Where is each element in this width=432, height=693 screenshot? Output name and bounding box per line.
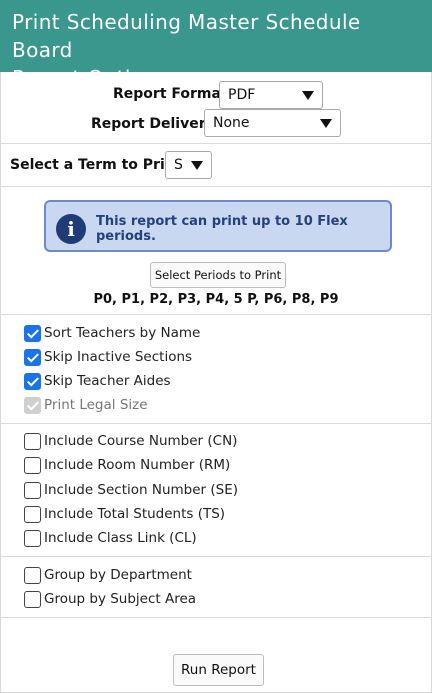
option-total-students[interactable]: Include Total Students (TS) — [24, 504, 225, 524]
divider — [0, 556, 432, 557]
option-label: Print Legal Size — [44, 397, 148, 413]
divider — [0, 423, 432, 424]
divider — [0, 617, 432, 618]
option-class-link[interactable]: Include Class Link (CL) — [24, 528, 197, 548]
chevron-down-icon — [320, 119, 332, 128]
option-label: Include Course Number (CN) — [44, 433, 238, 449]
option-skip-aides[interactable]: Skip Teacher Aides — [24, 371, 171, 391]
report-format-select[interactable]: PDF — [219, 81, 323, 109]
option-course-number[interactable]: Include Course Number (CN) — [24, 431, 237, 451]
option-label: Group by Department — [44, 567, 192, 583]
checkbox — [24, 396, 41, 414]
option-section-number[interactable]: Include Section Number (SE) — [24, 480, 238, 500]
checkbox[interactable] — [24, 456, 41, 474]
option-label: Include Section Number (SE) — [44, 482, 239, 498]
term-label: Select a Term to Print: — [10, 157, 188, 173]
flex-periods-info: i This report can print up to 10 Flex pe… — [44, 200, 392, 252]
chevron-down-icon — [191, 161, 203, 170]
option-label: Sort Teachers by Name — [44, 325, 201, 341]
info-message: This report can print up to 10 Flex peri… — [96, 214, 348, 244]
term-select[interactable]: S — [165, 151, 212, 179]
report-format-value: PDF — [228, 87, 256, 103]
checkbox[interactable] — [24, 324, 41, 342]
option-group-subject[interactable]: Group by Subject Area — [24, 589, 196, 609]
report-options-header: Print Scheduling Master Schedule Board R… — [0, 0, 432, 90]
checkbox[interactable] — [24, 372, 41, 390]
chevron-down-icon — [302, 91, 314, 100]
report-delivery-label: Report Delivery: — [91, 116, 221, 132]
option-label: Include Class Link (CL) — [44, 530, 197, 546]
report-delivery-value: None — [213, 115, 250, 131]
select-periods-button[interactable]: Select Periods to Print — [150, 262, 286, 288]
report-format-label: Report Format: — [113, 86, 234, 102]
checkbox[interactable] — [24, 590, 41, 608]
option-group-department[interactable]: Group by Department — [24, 565, 192, 585]
checkbox[interactable] — [24, 348, 41, 366]
option-label: Include Total Students (TS) — [44, 506, 226, 522]
page-title-line1: Print Scheduling Master Schedule Board — [12, 10, 361, 62]
divider — [0, 314, 432, 315]
checkbox[interactable] — [24, 529, 41, 547]
selected-periods: P0, P1, P2, P3, P4, 5 P, P6, P8, P9 — [93, 292, 339, 307]
option-label: Include Room Number (RM) — [44, 457, 231, 473]
checkbox[interactable] — [24, 481, 41, 499]
checkbox[interactable] — [24, 566, 41, 584]
checkbox[interactable] — [24, 432, 41, 450]
checkbox[interactable] — [24, 505, 41, 523]
option-skip-inactive[interactable]: Skip Inactive Sections — [24, 347, 192, 367]
divider — [0, 143, 432, 144]
option-sort-teachers[interactable]: Sort Teachers by Name — [24, 323, 200, 343]
term-value: S — [174, 157, 183, 173]
run-report-button[interactable]: Run Report — [173, 654, 264, 686]
option-room-number[interactable]: Include Room Number (RM) — [24, 455, 230, 475]
option-label: Skip Teacher Aides — [44, 373, 171, 389]
option-label: Group by Subject Area — [44, 591, 197, 607]
option-legal-size: Print Legal Size — [24, 395, 148, 415]
info-icon: i — [56, 214, 86, 244]
report-delivery-select[interactable]: None — [204, 109, 341, 137]
option-label: Skip Inactive Sections — [44, 349, 193, 365]
divider — [0, 186, 432, 187]
